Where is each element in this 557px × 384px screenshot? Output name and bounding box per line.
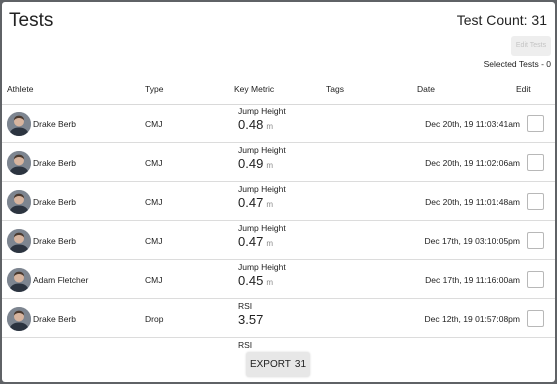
metric-name: Jump Height: [238, 106, 286, 116]
test-date: Dec 12th, 19 01:57:08pm: [424, 314, 520, 324]
table-row[interactable]: RSI: [2, 338, 555, 352]
table-row[interactable]: Drake Berb CMJ Jump Height 0.47 m Dec 17th, 1…: [2, 221, 555, 260]
athlete-name[interactable]: Drake Berb: [33, 236, 76, 246]
column-key-metric[interactable]: Key Metric: [234, 84, 274, 94]
metric-unit: m: [266, 239, 273, 248]
column-tags[interactable]: Tags: [326, 84, 344, 94]
metric-name: RSI: [238, 301, 253, 311]
export-label: EXPORT: [249, 359, 291, 370]
metric-name: Jump Height: [238, 184, 286, 194]
column-type[interactable]: Type: [145, 84, 163, 94]
test-date: Dec 17th, 19 11:16:00am: [425, 275, 520, 285]
athlete-name[interactable]: Drake Berb: [33, 197, 76, 207]
test-count: Test Count: 31: [456, 12, 547, 28]
table-row[interactable]: Adam Fletcher CMJ Jump Height 0.45 m Dec 17th…: [2, 260, 555, 299]
edit-checkbox[interactable]: [527, 310, 544, 327]
metric-name: Jump Height: [238, 262, 286, 272]
metric-value-wrap: 0.47 m: [238, 234, 273, 249]
test-type: CMJ: [145, 119, 163, 129]
page-title: Tests: [9, 10, 54, 31]
column-athlete[interactable]: Athlete: [7, 84, 33, 94]
athlete-name[interactable]: Drake Berb: [33, 158, 76, 168]
edit-checkbox[interactable]: [527, 271, 544, 288]
table-row[interactable]: Drake Berb CMJ Jump Height 0.49 m Dec 20th, 1…: [2, 143, 555, 182]
metric-value: 0.48: [238, 117, 264, 132]
avatar: [7, 268, 31, 292]
athlete-name[interactable]: Drake Berb: [33, 314, 76, 324]
athlete-name[interactable]: Adam Fletcher: [33, 275, 88, 285]
metric-value-wrap: 0.45 m: [238, 273, 273, 288]
selected-tests-count: Selected Tests - 0: [483, 59, 551, 69]
metric-unit: m: [266, 200, 273, 209]
edit-checkbox[interactable]: [527, 154, 544, 171]
metric-name: Jump Height: [238, 145, 286, 155]
table-row[interactable]: Drake Berb CMJ Jump Height 0.48 m Dec 20th, 1…: [2, 104, 555, 143]
test-type: CMJ: [145, 275, 163, 285]
metric-value: 0.47: [238, 195, 264, 210]
metric-value-wrap: [238, 351, 241, 352]
table-header: Athlete Type Key Metric Tags Date Edit: [2, 82, 555, 105]
table-row[interactable]: Drake Berb CMJ Jump Height 0.47 m Dec 20th, 1…: [2, 182, 555, 221]
athlete-name[interactable]: Drake Berb: [33, 119, 76, 129]
tests-panel: Tests Test Count: 31 Edit Tests Selected…: [2, 2, 555, 382]
avatar: [7, 112, 31, 136]
test-type: CMJ: [145, 197, 163, 207]
metric-value-wrap: 0.48 m: [238, 117, 273, 132]
test-type: CMJ: [145, 236, 163, 246]
table-row[interactable]: Drake Berb Drop RSI 3.57 Dec 12th, 19 01:57:…: [2, 299, 555, 338]
metric-value: 0.45: [238, 273, 264, 288]
test-type: Drop: [145, 314, 164, 324]
edit-checkbox[interactable]: [527, 232, 544, 249]
metric-value: 0.49: [238, 156, 264, 171]
metric-value: 0.47: [238, 234, 264, 249]
edit-tests-button[interactable]: Edit Tests: [511, 36, 551, 56]
metric-value-wrap: 3.57: [238, 312, 266, 327]
test-type: CMJ: [145, 158, 163, 168]
test-list[interactable]: Drake Berb CMJ Jump Height 0.48 m Dec 20th, 1…: [2, 104, 555, 352]
column-edit: Edit: [516, 84, 531, 94]
test-date: Dec 20th, 19 11:01:48am: [425, 197, 520, 207]
metric-value: 3.57: [238, 312, 264, 327]
edit-checkbox[interactable]: [527, 115, 544, 132]
metric-unit: m: [266, 122, 273, 131]
metric-name: RSI: [238, 340, 253, 350]
test-date: Dec 20th, 19 11:02:06am: [425, 158, 520, 168]
metric-value-wrap: 0.47 m: [238, 195, 273, 210]
metric-value-wrap: 0.49 m: [238, 156, 273, 171]
edit-checkbox[interactable]: [527, 193, 544, 210]
test-date: Dec 20th, 19 11:03:41am: [425, 119, 520, 129]
export-count: 31: [294, 359, 307, 370]
metric-unit: m: [266, 161, 273, 170]
export-button[interactable]: EXPORT 31: [246, 352, 310, 377]
avatar: [7, 151, 31, 175]
column-date[interactable]: Date: [417, 84, 435, 94]
test-date: Dec 17th, 19 03:10:05pm: [424, 236, 520, 246]
avatar: [7, 229, 31, 253]
avatar: [7, 307, 31, 331]
metric-unit: m: [266, 278, 273, 287]
avatar: [7, 190, 31, 214]
metric-name: Jump Height: [238, 223, 286, 233]
